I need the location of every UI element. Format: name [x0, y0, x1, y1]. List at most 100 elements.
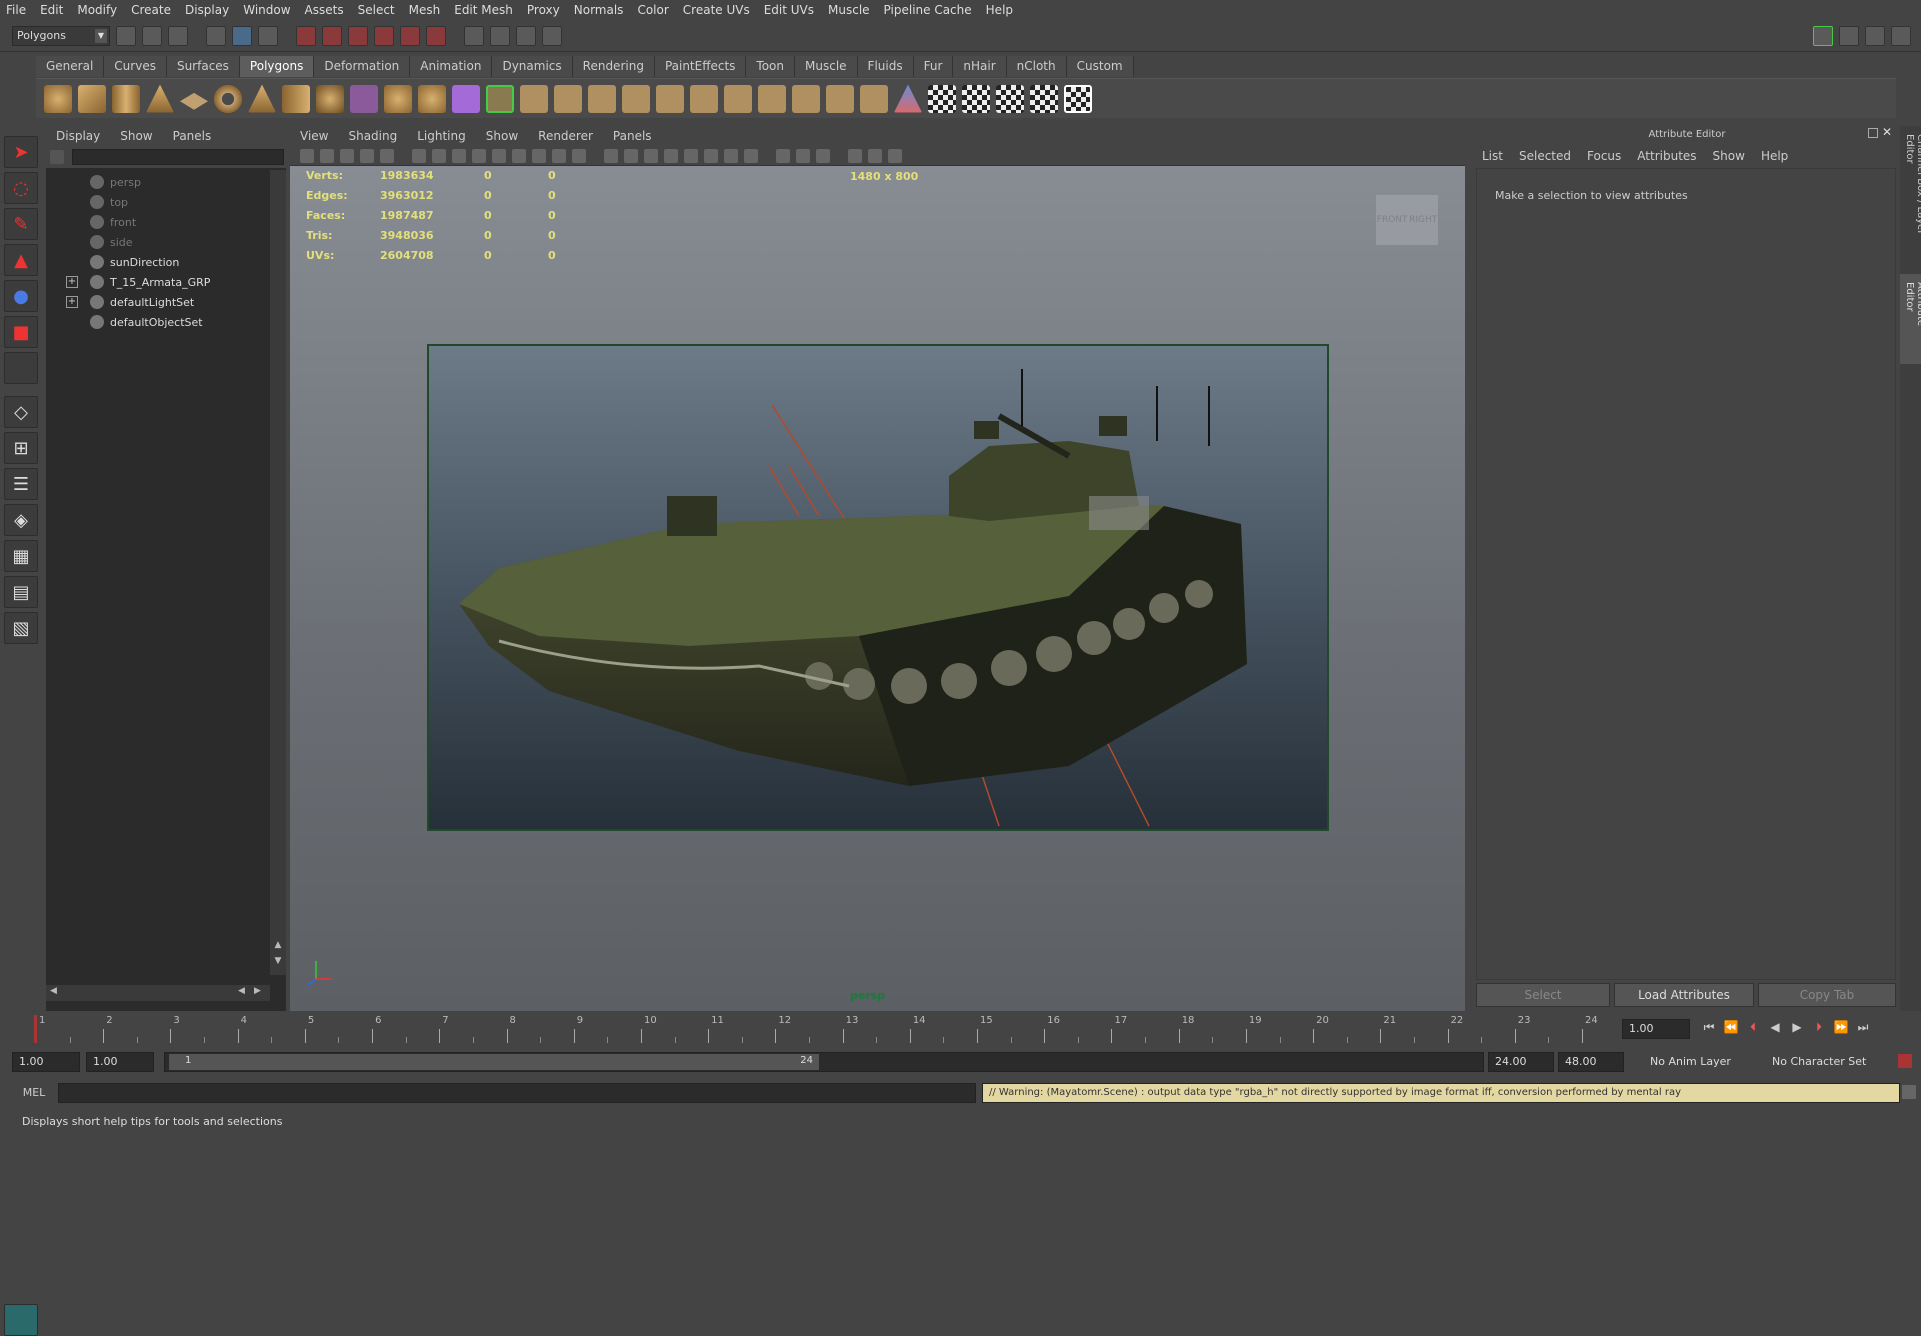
outliner-item[interactable]: side: [46, 232, 270, 252]
ipr-render-icon[interactable]: [516, 25, 536, 46]
shelf-tab-custom[interactable]: Custom: [1066, 56, 1134, 77]
append-polygon-icon[interactable]: [554, 84, 582, 113]
menu-muscle[interactable]: Muscle: [828, 3, 870, 17]
attribute-editor-tab[interactable]: Attribute Editor: [1900, 274, 1921, 364]
poly-sphere-icon[interactable]: [44, 84, 72, 113]
snap-grid-icon[interactable]: [296, 25, 316, 46]
go-to-end-icon[interactable]: ⏭: [1852, 1020, 1874, 1038]
float-panel-icon[interactable]: [1868, 128, 1878, 138]
shelf-tab-fluids[interactable]: Fluids: [857, 56, 914, 77]
render-settings-icon[interactable]: [542, 25, 562, 46]
panel-toolbar-icon[interactable]: [664, 148, 678, 163]
lasso-tool-icon[interactable]: ◌: [4, 172, 38, 204]
viewcube-front-face[interactable]: FRONT: [1377, 215, 1408, 225]
insert-edge-loop-icon[interactable]: [622, 84, 650, 113]
uv-texture-editor-icon[interactable]: [1064, 84, 1092, 113]
reduce-icon[interactable]: [826, 84, 854, 113]
viewport-menu-show[interactable]: Show: [486, 129, 518, 143]
range-slider-track[interactable]: 1 24: [164, 1052, 1484, 1072]
panel-toolbar-icon[interactable]: [360, 148, 374, 163]
menu-create-uvs[interactable]: Create UVs: [683, 3, 750, 17]
outliner-item[interactable]: + T_15_Armata_GRP: [46, 272, 270, 292]
menu-select[interactable]: Select: [358, 3, 395, 17]
panel-toolbar-icon[interactable]: [704, 148, 718, 163]
outliner-vertical-scrollbar[interactable]: ▼ ▲: [270, 170, 286, 975]
panel-toolbar-icon[interactable]: [452, 148, 466, 163]
load-attributes-button[interactable]: Load Attributes: [1614, 983, 1754, 1007]
step-forward-frame-icon[interactable]: ⏵: [1808, 1020, 1830, 1038]
panel-toolbar-icon[interactable]: [492, 148, 506, 163]
menu-create[interactable]: Create: [131, 3, 171, 17]
outliner-item[interactable]: sunDirection: [46, 252, 270, 272]
copy-tab-button[interactable]: Copy Tab: [1758, 983, 1896, 1007]
attr-menu-help[interactable]: Help: [1761, 149, 1788, 165]
viewcube-right-face[interactable]: RIGHT: [1409, 215, 1437, 225]
step-forward-key-icon[interactable]: ⏩: [1830, 1020, 1852, 1038]
new-scene-icon[interactable]: [116, 25, 136, 46]
mirror-cut-icon[interactable]: [860, 84, 888, 113]
menu-set-dropdown[interactable]: Polygons ▼: [12, 25, 110, 46]
end-time-field[interactable]: 48.00: [1558, 1052, 1624, 1072]
panel-toolbar-icon[interactable]: [888, 148, 902, 163]
select-button[interactable]: Select: [1476, 983, 1610, 1007]
expand-icon[interactable]: +: [66, 296, 78, 308]
menu-assets[interactable]: Assets: [305, 3, 344, 17]
cylindrical-mapping-icon[interactable]: [962, 84, 990, 113]
menu-edit-mesh[interactable]: Edit Mesh: [454, 3, 513, 17]
outliner-item[interactable]: top: [46, 192, 270, 212]
poly-cube-icon[interactable]: [78, 84, 106, 113]
current-frame-field[interactable]: 1.00: [1622, 1019, 1690, 1039]
panel-toolbar-icon[interactable]: [380, 148, 394, 163]
panel-toolbar-icon[interactable]: [724, 148, 738, 163]
select-component-icon[interactable]: [258, 25, 278, 46]
panel-toolbar-icon[interactable]: [624, 148, 638, 163]
last-tool-icon[interactable]: [4, 352, 38, 384]
anim-end-field[interactable]: 24.00: [1488, 1052, 1554, 1072]
shelf-tab-fur[interactable]: Fur: [913, 56, 954, 77]
panel-toolbar-icon[interactable]: [412, 148, 426, 163]
shelf-tab-rendering[interactable]: Rendering: [572, 56, 655, 77]
scroll-up-icon[interactable]: ▲: [272, 940, 284, 954]
script-language-button[interactable]: MEL: [12, 1083, 56, 1103]
menu-modify[interactable]: Modify: [77, 3, 117, 17]
panel-toolbar-icon[interactable]: [300, 148, 314, 163]
menu-file[interactable]: File: [6, 3, 26, 17]
offset-edge-loop-icon[interactable]: [656, 84, 684, 113]
shelf-tab-muscle[interactable]: Muscle: [795, 56, 858, 77]
bridge-icon[interactable]: [520, 84, 548, 113]
menu-window[interactable]: Window: [243, 3, 290, 17]
panel-toolbar-icon[interactable]: [432, 148, 446, 163]
move-tool-icon[interactable]: ▲: [4, 244, 38, 276]
shelf-tab-curves[interactable]: Curves: [104, 56, 167, 77]
outliner-search-input[interactable]: [72, 149, 284, 165]
open-scene-icon[interactable]: [142, 25, 162, 46]
outliner-horizontal-scrollbar[interactable]: ◀ ◀ ▶: [46, 985, 270, 1001]
panel-toolbar-icon[interactable]: [472, 148, 486, 163]
menu-color[interactable]: Color: [637, 3, 668, 17]
rotate-tool-icon[interactable]: ●: [4, 280, 38, 312]
panel-toolbar-icon[interactable]: [604, 148, 618, 163]
show-attribute-editor-icon[interactable]: [1839, 25, 1859, 46]
scroll-right-icon[interactable]: ▶: [254, 986, 261, 996]
planar-mapping-icon[interactable]: [928, 84, 956, 113]
outliner-item[interactable]: front: [46, 212, 270, 232]
shelf-tab-toon[interactable]: Toon: [746, 56, 796, 77]
attr-menu-selected[interactable]: Selected: [1519, 149, 1571, 165]
viewport-menu-panels[interactable]: Panels: [613, 129, 652, 143]
separate-icon[interactable]: [384, 84, 412, 113]
close-icon[interactable]: ✕: [1882, 125, 1892, 139]
panel-toolbar-icon[interactable]: [532, 148, 546, 163]
attr-menu-list[interactable]: List: [1482, 149, 1503, 165]
hypershade-layout-icon[interactable]: ▦: [4, 540, 38, 572]
show-modeling-toolkit-icon[interactable]: [1813, 25, 1833, 46]
outliner-item[interactable]: persp: [46, 172, 270, 192]
fill-hole-icon[interactable]: [792, 84, 820, 113]
show-channel-box-icon[interactable]: [1891, 25, 1911, 46]
shelf-tab-polygons[interactable]: Polygons: [239, 56, 315, 77]
persp-graph-hypergraph-layout-icon[interactable]: ▤: [4, 576, 38, 608]
automatic-mapping-icon[interactable]: [1030, 84, 1058, 113]
menu-normals[interactable]: Normals: [574, 3, 624, 17]
channel-box-tab[interactable]: Channel Box / Layer Editor: [1900, 126, 1921, 266]
anim-start-field[interactable]: 1.00: [86, 1052, 154, 1072]
menu-edit-uvs[interactable]: Edit UVs: [764, 3, 814, 17]
